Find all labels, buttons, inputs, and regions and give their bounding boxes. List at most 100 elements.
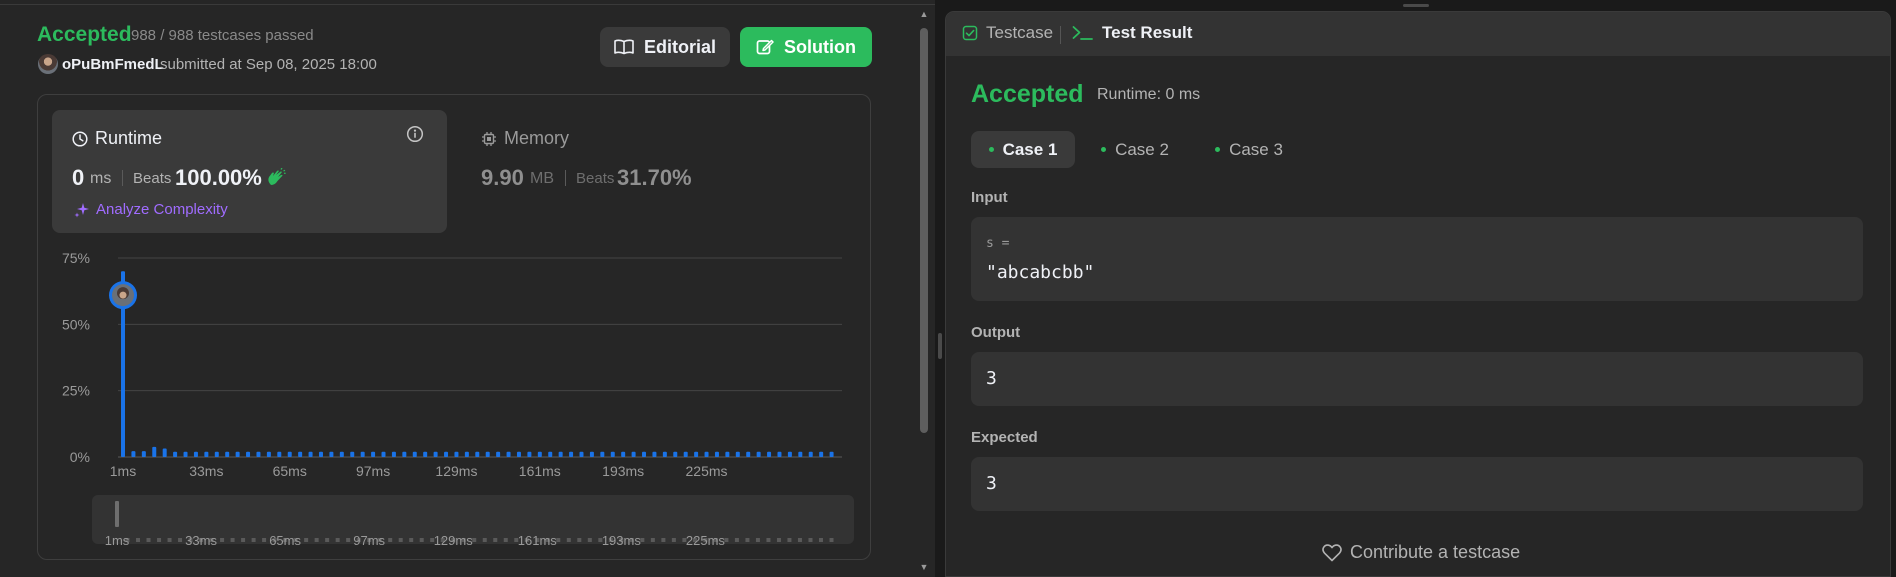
chart-bar[interactable] (516, 451, 521, 457)
chart-bar[interactable] (558, 451, 563, 457)
chart-bar[interactable] (308, 451, 313, 457)
chart-bar[interactable] (621, 451, 626, 457)
chart-bar[interactable] (173, 451, 178, 457)
chart-bar[interactable] (777, 451, 782, 457)
chart-bar[interactable] (339, 451, 344, 457)
chart-bar[interactable] (152, 446, 157, 457)
user-avatar[interactable] (38, 54, 58, 74)
chart-bar[interactable] (475, 451, 480, 457)
chart-bar[interactable] (767, 451, 772, 457)
chart-bar[interactable] (464, 451, 469, 457)
chart-bar[interactable] (589, 451, 594, 457)
memory-title: Memory (481, 128, 569, 149)
chart-bar[interactable] (506, 451, 511, 457)
chart-bar[interactable] (714, 451, 719, 457)
chart-bar[interactable] (266, 451, 271, 457)
solution-button[interactable]: Solution (740, 27, 872, 67)
minimap-tick-label: 225ms (686, 533, 726, 548)
case-tab-1[interactable]: Case 1 (971, 131, 1075, 168)
output-box[interactable]: 3 (971, 352, 1863, 406)
chart-bar[interactable] (423, 451, 428, 457)
input-value[interactable]: "abcabcbb" (986, 262, 1094, 283)
chart-bar[interactable] (391, 451, 396, 457)
chart-bar[interactable] (381, 451, 386, 457)
chart-bar[interactable] (829, 451, 834, 457)
chart-bar[interactable] (746, 451, 751, 457)
chart-bar[interactable] (798, 451, 803, 457)
chart-bar[interactable] (287, 451, 292, 457)
chart-bar[interactable] (787, 451, 792, 457)
case-tab-3[interactable]: Case 3 (1197, 131, 1301, 168)
expected-box[interactable]: 3 (971, 457, 1863, 511)
chart-bar[interactable] (683, 451, 688, 457)
editorial-button[interactable]: Editorial (600, 27, 730, 67)
chart-bar[interactable] (360, 451, 365, 457)
chart-bar[interactable] (277, 451, 282, 457)
chart-bar[interactable] (246, 451, 251, 457)
chart-bar[interactable] (652, 451, 657, 457)
output-value[interactable]: 3 (986, 368, 997, 389)
submitter-username[interactable]: oPuBmFmedL (62, 56, 164, 73)
chart-bar[interactable] (298, 451, 303, 457)
chart-bar[interactable] (412, 451, 417, 457)
scroll-up-arrow-icon[interactable]: ▲ (919, 10, 929, 19)
chart-bar[interactable] (496, 451, 501, 457)
chart-bar[interactable] (318, 451, 323, 457)
chart-bar[interactable] (256, 451, 261, 457)
chart-bar[interactable] (131, 451, 136, 457)
chart-bar[interactable] (371, 451, 376, 457)
chart-bar[interactable] (642, 451, 647, 457)
chart-bar[interactable] (350, 451, 355, 457)
chart-bar[interactable] (631, 451, 636, 457)
tab-testcase[interactable]: Testcase (962, 23, 1053, 43)
scroll-down-arrow-icon[interactable]: ▼ (919, 563, 929, 572)
minimap-bar (157, 538, 162, 542)
chart-bar[interactable] (444, 451, 449, 457)
chart-bar[interactable] (402, 451, 407, 457)
minimap-bar (587, 538, 592, 542)
left-scrollbar-thumb[interactable] (920, 28, 928, 433)
chart-bar[interactable] (214, 451, 219, 457)
top-resize-grip-handle[interactable] (1403, 4, 1429, 7)
chart-bar[interactable] (485, 451, 490, 457)
input-box[interactable]: s = "abcabcbb" (971, 217, 1863, 301)
chart-bar[interactable] (141, 451, 146, 457)
chart-bar[interactable] (162, 448, 167, 457)
book-icon (614, 39, 634, 55)
chart-bar[interactable] (610, 451, 615, 457)
chart-bar[interactable] (735, 451, 740, 457)
chart-bar[interactable] (756, 451, 761, 457)
chart-bar[interactable] (694, 451, 699, 457)
chart-bar[interactable] (183, 451, 188, 457)
chart-bar[interactable] (808, 451, 813, 457)
chart-bar[interactable] (225, 451, 230, 457)
expected-value[interactable]: 3 (986, 473, 997, 494)
analyze-complexity-link[interactable]: Analyze Complexity (74, 201, 228, 218)
chart-bar[interactable] (329, 451, 334, 457)
chart-bar[interactable] (548, 451, 553, 457)
chart-bar[interactable] (433, 451, 438, 457)
chart-bar[interactable] (704, 451, 709, 457)
chart-bar[interactable] (725, 451, 730, 457)
pane-resize-divider[interactable] (935, 0, 945, 577)
chart-bar[interactable] (537, 451, 542, 457)
chart-bar[interactable] (600, 451, 605, 457)
chart-bar[interactable] (235, 451, 240, 457)
contribute-testcase-link[interactable]: Contribute a testcase (1322, 542, 1520, 563)
submission-detail-pane: Accepted 988 / 988 testcases passed oPuB… (0, 0, 935, 577)
chart-bar[interactable] (527, 451, 532, 457)
divider-grip-handle[interactable] (938, 333, 942, 359)
tab-test-result[interactable]: Test Result (1072, 23, 1192, 43)
chart-bar[interactable] (579, 451, 584, 457)
chart-bar[interactable] (204, 451, 209, 457)
contribute-testcase-label: Contribute a testcase (1350, 542, 1521, 562)
chart-bar[interactable] (819, 451, 824, 457)
case-tab-2[interactable]: Case 2 (1083, 131, 1187, 168)
info-icon[interactable] (406, 125, 424, 143)
chart-bar[interactable] (193, 451, 198, 457)
chart-bar[interactable] (662, 451, 667, 457)
chart-bar[interactable] (569, 451, 574, 457)
chart-bar[interactable] (673, 451, 678, 457)
chart-bar[interactable] (454, 451, 459, 457)
sparkle-icon (74, 202, 89, 217)
